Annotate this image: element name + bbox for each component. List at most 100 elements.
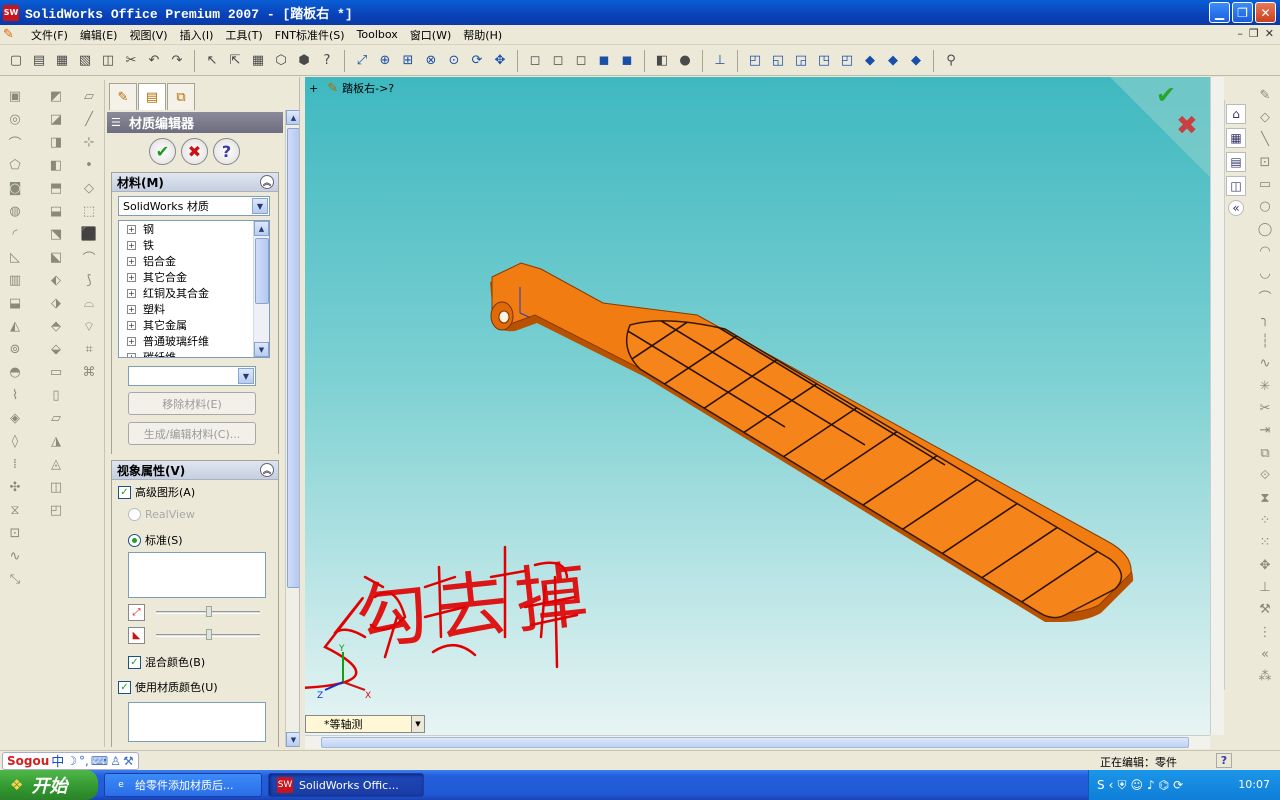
redo-icon[interactable]: ↷ bbox=[167, 51, 187, 71]
view-orientation-select[interactable]: *等轴测 ▼ bbox=[305, 715, 425, 733]
surface-revolve-icon[interactable]: ◪ bbox=[47, 110, 65, 129]
restore-button[interactable]: ❐ bbox=[1232, 2, 1253, 23]
zoom-area-icon[interactable]: ⊞ bbox=[398, 51, 418, 71]
expand-icon[interactable]: + bbox=[309, 82, 318, 95]
scroll-up-icon[interactable]: ▲ bbox=[254, 221, 269, 236]
coordinate-system-icon[interactable]: ⊹ bbox=[80, 133, 98, 152]
surface-sweep-icon[interactable]: ◨ bbox=[47, 133, 65, 152]
feature-manager-tab[interactable]: ✎ bbox=[109, 83, 137, 110]
dome-icon[interactable]: ◓ bbox=[6, 363, 24, 382]
menu-tools[interactable]: 工具(T) bbox=[219, 27, 268, 43]
circle-icon[interactable]: ○ bbox=[1256, 198, 1274, 216]
projected-curve-icon[interactable]: ⌒ bbox=[80, 248, 98, 267]
collapse-toolbar-icon[interactable]: « bbox=[1256, 645, 1274, 663]
loft-icon[interactable]: ⬠ bbox=[6, 156, 24, 175]
rebuild-icon[interactable]: ⬡ bbox=[271, 51, 291, 71]
tangent-arc-icon[interactable]: ◡ bbox=[1256, 265, 1274, 283]
print-preview-icon[interactable]: ◫ bbox=[98, 51, 118, 71]
solidworks-menu-icon[interactable]: ✎ bbox=[3, 27, 21, 43]
trim-icon[interactable]: ✂ bbox=[1256, 399, 1274, 417]
extrude-boss-icon[interactable]: ▣ bbox=[6, 87, 24, 106]
knit-surface-icon[interactable]: ⬔ bbox=[47, 225, 65, 244]
circular-sketch-pattern-icon[interactable]: ⁙ bbox=[1256, 534, 1274, 552]
collapse-visual-icon[interactable]: ︽ bbox=[260, 463, 274, 477]
sketch-fillet-icon[interactable]: ╮ bbox=[1256, 310, 1274, 328]
shield-icon[interactable]: ⛨ bbox=[1117, 778, 1126, 793]
undo-icon[interactable]: ↶ bbox=[144, 51, 164, 71]
tree-item-steel[interactable]: + 钢 bbox=[119, 221, 269, 237]
zoom-in-out-icon[interactable]: ⊗ bbox=[421, 51, 441, 71]
status-help-icon[interactable]: ? bbox=[1216, 753, 1232, 768]
fillet-icon[interactable]: ◜ bbox=[6, 225, 24, 244]
ok-button[interactable]: ✔ bbox=[149, 138, 176, 165]
ime-toolbar[interactable]: Sogou 中 ☽ °, ⌨ ♙ ⚒ bbox=[2, 751, 139, 770]
file-explorer-icon[interactable]: ▤ bbox=[1226, 152, 1246, 172]
tree-item-aluminum[interactable]: + 铝合金 bbox=[119, 253, 269, 269]
replace-face-icon[interactable]: ▯ bbox=[47, 386, 65, 405]
doc-minimize-button[interactable]: – bbox=[1237, 27, 1243, 40]
network-icon[interactable]: ⌬ bbox=[1159, 778, 1169, 792]
minimize-button[interactable]: ▁ bbox=[1209, 2, 1230, 23]
rapid-sketch-icon[interactable]: ⁂ bbox=[1256, 668, 1274, 686]
bounding-box-icon[interactable]: ⬚ bbox=[80, 202, 98, 221]
extrude-cut-icon[interactable]: ◙ bbox=[6, 179, 24, 198]
corner-ok-icon[interactable]: ✔ bbox=[1156, 81, 1176, 109]
zoom-selection-icon[interactable]: ⊙ bbox=[444, 51, 464, 71]
front-view-icon[interactable]: ◰ bbox=[745, 51, 765, 71]
collapse-material-icon[interactable]: ︽ bbox=[260, 175, 274, 189]
radiate-surface-icon[interactable]: ⬓ bbox=[47, 202, 65, 221]
centerline-icon[interactable]: ┆ bbox=[1256, 332, 1274, 350]
combine-icon[interactable]: ⌘ bbox=[80, 363, 98, 382]
left-view-icon[interactable]: ◲ bbox=[791, 51, 811, 71]
material-tree[interactable]: + 钢 + 铁 + 铝合金 + 其它合金 + 红铜及其合金 + 塑料 + 其它金属 + 普通玻璃… bbox=[118, 220, 270, 358]
revolve-boss-icon[interactable]: ◎ bbox=[6, 110, 24, 129]
corner-cancel-icon[interactable]: ✖ bbox=[1176, 111, 1198, 141]
help-icon[interactable]: ? bbox=[317, 51, 337, 71]
chevron-down-icon[interactable]: ▼ bbox=[252, 198, 268, 214]
material-library-select[interactable]: SolidWorks 材质 ▼ bbox=[118, 196, 270, 216]
mirror-icon[interactable]: ⧖ bbox=[6, 501, 24, 520]
tree-scrollbar[interactable]: ▲ ▼ bbox=[253, 221, 269, 357]
sketch-icon[interactable]: ✎ bbox=[1256, 86, 1274, 104]
shell-icon[interactable]: ⬓ bbox=[6, 294, 24, 313]
tree-item-other-alloys[interactable]: + 其它合金 bbox=[119, 269, 269, 285]
tree-item-carbon-fiber[interactable]: + 碳纤维 bbox=[119, 349, 269, 357]
menu-window[interactable]: 窗口(W) bbox=[404, 27, 457, 43]
menu-help[interactable]: 帮助(H) bbox=[457, 27, 508, 43]
zoom-fit-icon[interactable]: ⊕ bbox=[375, 51, 395, 71]
sweep-icon[interactable]: ⌒ bbox=[6, 133, 24, 152]
surface-loft-icon[interactable]: ◧ bbox=[47, 156, 65, 175]
deform-icon[interactable]: ◈ bbox=[6, 409, 24, 428]
hole-wizard-icon[interactable]: ⊚ bbox=[6, 340, 24, 359]
start-button[interactable]: ❖ 开始 bbox=[0, 770, 98, 800]
remove-material-button[interactable]: 移除材料(E) bbox=[128, 392, 256, 415]
trim-surface-icon[interactable]: ⬗ bbox=[47, 294, 65, 313]
axis-icon[interactable]: ╱ bbox=[80, 110, 98, 129]
back-view-icon[interactable]: ◱ bbox=[768, 51, 788, 71]
reference-geometry-icon[interactable]: ⬛ bbox=[80, 225, 98, 244]
point-sketch-icon[interactable]: ✳ bbox=[1256, 377, 1274, 395]
measure-icon[interactable]: ⤢ bbox=[352, 51, 372, 71]
graphics-horizontal-scrollbar[interactable] bbox=[305, 735, 1210, 749]
new-document-icon[interactable]: ▢ bbox=[6, 51, 26, 71]
smart-dimension-icon[interactable]: ◇ bbox=[1256, 108, 1274, 126]
open-icon[interactable]: ▤ bbox=[29, 51, 49, 71]
split-icon[interactable]: ⌗ bbox=[80, 340, 98, 359]
home-icon[interactable]: ⌂ bbox=[1226, 104, 1246, 124]
trimetric-view-icon[interactable]: ◆ bbox=[883, 51, 903, 71]
shininess-slider[interactable] bbox=[206, 606, 212, 617]
user-icon[interactable]: ♙ bbox=[110, 754, 121, 768]
transparency-slider[interactable] bbox=[206, 629, 212, 640]
extend-surface-icon[interactable]: ⬖ bbox=[47, 271, 65, 290]
doc-restore-button[interactable]: ❐ bbox=[1249, 27, 1259, 40]
revolve-cut-icon[interactable]: ◍ bbox=[6, 202, 24, 221]
cut-icon[interactable]: ✂ bbox=[121, 51, 141, 71]
chevron-down-icon[interactable]: ▼ bbox=[411, 716, 424, 732]
circular-pattern-icon[interactable]: ✣ bbox=[6, 478, 24, 497]
property-manager-tab[interactable]: ▤ bbox=[138, 83, 166, 110]
move-copy-icon[interactable]: ⊡ bbox=[6, 524, 24, 543]
rotate-icon[interactable]: ⟳ bbox=[467, 51, 487, 71]
shaded-edges-icon[interactable]: ◼ bbox=[594, 51, 614, 71]
design-library-icon[interactable]: ▦ bbox=[1226, 128, 1246, 148]
extend-icon[interactable]: ⇥ bbox=[1256, 422, 1274, 440]
